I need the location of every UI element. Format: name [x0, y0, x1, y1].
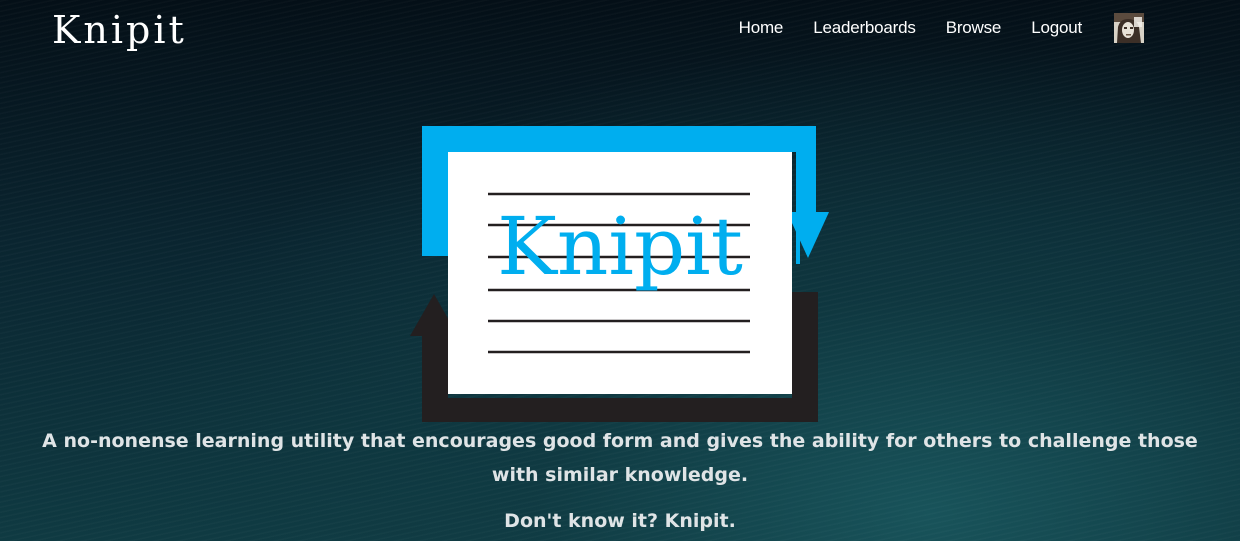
user-avatar-icon[interactable]	[1114, 13, 1144, 43]
hero-tagline: A no-nonense learning utility that encou…	[42, 430, 1198, 486]
hero-motto: Don't know it? Knipit.	[504, 510, 736, 532]
logo-wordmark-text: Knipit	[497, 200, 743, 293]
main-nav: Home Leaderboards Browse Logout	[739, 12, 1144, 44]
nav-logout-link[interactable]: Logout	[1031, 18, 1082, 38]
knipit-logo-image: Knipit	[410, 126, 829, 422]
nav-browse-link[interactable]: Browse	[946, 18, 1002, 38]
brand-logo-link[interactable]: Knipit	[52, 8, 187, 52]
nav-home-link[interactable]: Home	[739, 18, 784, 38]
nav-leaderboards-link[interactable]: Leaderboards	[813, 18, 916, 38]
